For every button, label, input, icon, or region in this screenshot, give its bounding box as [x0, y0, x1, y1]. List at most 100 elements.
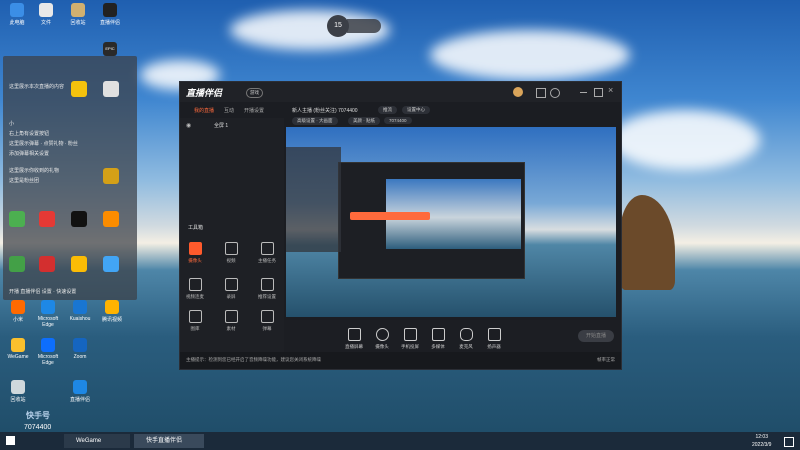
danmaku-icon [260, 310, 274, 323]
app-icon [9, 211, 25, 227]
tool-task[interactable]: 主播任务 [256, 242, 278, 264]
windows-start-icon[interactable] [6, 436, 15, 445]
sea-rock [620, 195, 675, 290]
desktop-icon[interactable]: 直播伴侣 [66, 380, 94, 403]
menu-icon[interactable] [536, 88, 546, 98]
app-icon [71, 256, 87, 272]
cloud [610, 110, 760, 170]
app-icon [105, 300, 119, 314]
nested-left-overlay [286, 147, 341, 252]
tool-material[interactable]: 素材 [220, 310, 242, 332]
app-icon [103, 81, 119, 97]
play-icon [431, 328, 445, 341]
tool-danmaku[interactable]: 弹幕 [256, 310, 278, 332]
desktop-icon[interactable]: 回收站 [4, 380, 32, 403]
pill-advanced[interactable]: 高级设置 · 大画面 [292, 117, 338, 125]
tab-interact[interactable]: 互动 [224, 107, 234, 114]
timer-track [347, 19, 381, 33]
tool-link[interactable]: 视频连麦 [184, 278, 206, 300]
desktop-icon[interactable]: Microsoft Edge [34, 338, 62, 366]
settings-icon[interactable] [550, 88, 560, 98]
timer-badge: 15 [327, 15, 349, 37]
tool-recommend[interactable]: 推荐设置 [256, 278, 278, 300]
start-live-button[interactable]: 开始直播 [578, 330, 614, 342]
microphone-icon [459, 328, 473, 341]
desktop-icon[interactable]: WeGame [4, 338, 32, 360]
status-text: 主播提示：检测到您已经开启了音频降噪功能，建议您关闭系统降噪 [186, 357, 321, 362]
app-icon [103, 168, 119, 184]
tool-record[interactable]: 录屏 [220, 278, 242, 300]
category-tag[interactable]: 游戏 [246, 88, 263, 98]
status-right: 帧率正常 [597, 357, 615, 362]
notice-banner [350, 212, 430, 220]
btn-camera[interactable]: 摄像头 [370, 328, 394, 350]
desktop-icon[interactable]: 腾讯视频 [98, 300, 126, 323]
clock[interactable]: 12:03 2022/3/9 [752, 433, 771, 449]
btn-screen[interactable]: 直播屏幕 [342, 328, 366, 350]
close-icon[interactable]: × [608, 85, 613, 95]
overlay-text: 这里是粉丝团 [9, 178, 40, 184]
tool-camera[interactable]: 摄像头 [184, 242, 206, 264]
live-companion-window: 直播伴侣 游戏 × 我的直播 互动 开播设置 ◉ 全屏 1 工具箱 摄像头 视频… [179, 81, 622, 370]
avatar[interactable] [513, 87, 523, 97]
app-icon [11, 300, 25, 314]
tab-my-live[interactable]: 我的直播 [194, 107, 214, 114]
toolbox-title: 工具箱 [188, 225, 204, 231]
tool-gallery[interactable]: 图库 [184, 310, 206, 332]
desktop-icon[interactable]: 小米 [4, 300, 32, 323]
maximize-icon[interactable] [594, 88, 603, 97]
overlay-text: 这里展示弹幕 · 点赞礼物 · 粉丝 [9, 141, 78, 147]
desktop-icon-file[interactable]: 文件 [32, 3, 60, 26]
recycle-bin-icon [11, 380, 25, 394]
app-icon [39, 211, 55, 227]
left-pane: ◉ 全屏 1 工具箱 摄像头 视频 主播任务 视频连麦 录屏 推荐设置 图库 素… [180, 118, 284, 369]
camera-icon [375, 328, 389, 341]
app-icon [73, 338, 87, 352]
desktop-icon[interactable]: Microsoft Edge [34, 300, 62, 328]
tutorial-overlay: 这里展示本次直播的内容 小 右上角有设置按钮 这里展示弹幕 · 点赞礼物 · 粉… [3, 56, 137, 300]
desktop-icon[interactable]: Zoom [66, 338, 94, 360]
task-icon [260, 242, 274, 255]
app-icon [73, 300, 87, 314]
link-icon [188, 278, 202, 291]
edge-icon [41, 338, 55, 352]
eye-icon[interactable]: ◉ [186, 122, 191, 129]
app-icon [103, 256, 119, 272]
pill-settings[interactable]: 设置中心 [402, 106, 430, 114]
watermark-id: 7074400 [24, 424, 52, 431]
app-icon [9, 256, 25, 272]
source-item[interactable]: 全屏 1 [214, 122, 228, 129]
title-bar: 直播伴侣 游戏 × [180, 82, 621, 102]
camera-icon [188, 242, 202, 255]
app-logo: 直播伴侣 [186, 88, 223, 98]
monitor-icon [347, 328, 361, 341]
video-icon [224, 242, 238, 255]
overlay-text: 这里展示你收到的礼物 [9, 168, 60, 174]
notification-icon[interactable] [784, 437, 794, 447]
desktop-icon-this-pc[interactable]: 此电脑 [3, 3, 31, 26]
computer-icon [10, 3, 24, 17]
file-icon [39, 3, 53, 17]
pill-id: 7074400 [384, 117, 412, 124]
overlay-text: 开播 直播伴侣 设置 · 快速设置 [9, 289, 77, 295]
btn-media[interactable]: 多媒体 [426, 328, 450, 350]
app-icon [73, 380, 87, 394]
app-icon [11, 338, 25, 352]
desktop-icon-livecompanion[interactable]: 直播伴侣 [96, 3, 124, 26]
desktop-icon[interactable]: Kuaishou [66, 300, 94, 322]
btn-mic[interactable]: 麦克风 [454, 328, 478, 350]
phone-icon [403, 328, 417, 341]
app-icon [103, 211, 119, 227]
btn-speaker[interactable]: 扬声器 [482, 328, 506, 350]
app-icon [103, 3, 117, 17]
pill-push[interactable]: 推流 [378, 106, 397, 114]
record-icon [224, 278, 238, 291]
taskbar-item-wegame[interactable]: WeGame [64, 434, 130, 448]
btn-phone[interactable]: 手机投屏 [398, 328, 422, 350]
desktop-icon-recycle[interactable]: 回收站 [64, 3, 92, 26]
tab-settings[interactable]: 开播设置 [244, 107, 264, 114]
tool-video[interactable]: 视频 [220, 242, 242, 264]
taskbar-item-live[interactable]: 快手直播伴侣 [134, 434, 204, 448]
minimize-icon[interactable] [580, 92, 587, 93]
pill-beauty[interactable]: 美颜 · 贴纸 [348, 117, 380, 125]
